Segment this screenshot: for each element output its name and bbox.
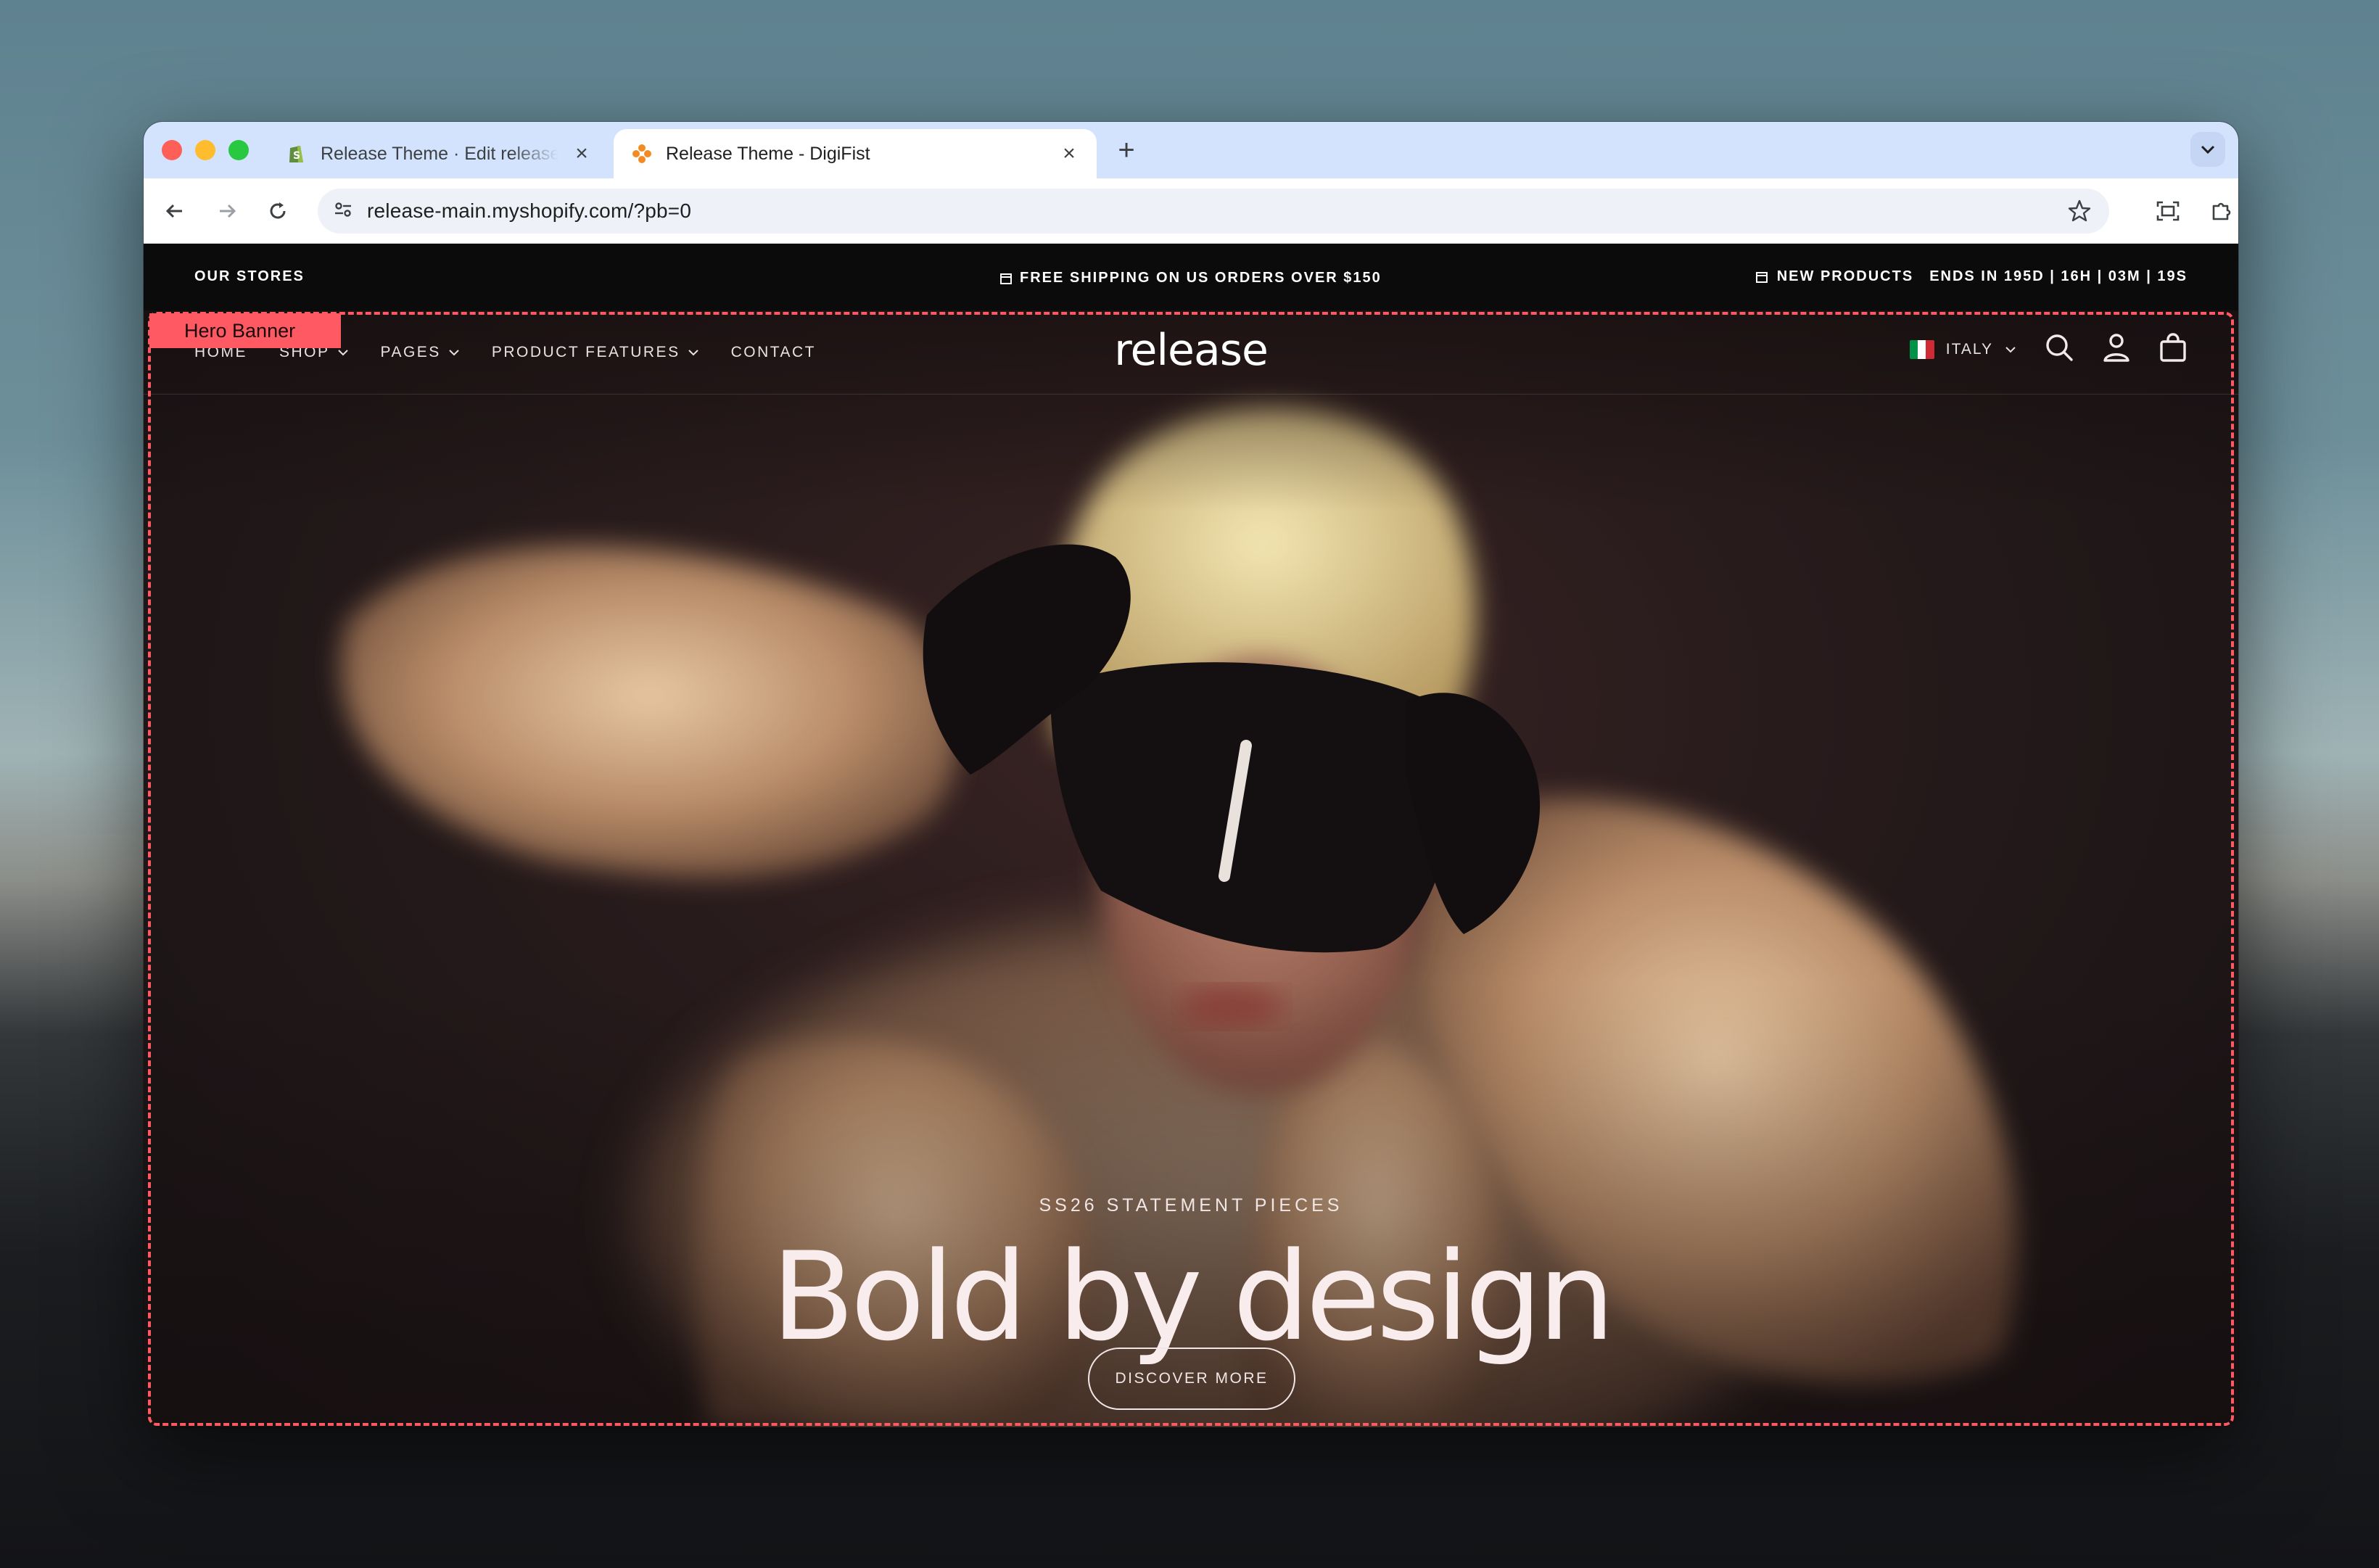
forward-button[interactable]	[210, 194, 244, 228]
country-selector[interactable]: ITALY	[1909, 339, 2016, 359]
new-products-label: NEW PRODUCTS	[1755, 268, 1913, 285]
screenshot-icon	[2156, 201, 2180, 221]
tab-strip: S Release Theme · Edit release × Release…	[144, 122, 2238, 178]
puzzle-icon	[2212, 202, 2231, 220]
cart-icon[interactable]	[2159, 332, 2188, 366]
svg-text:S: S	[293, 150, 300, 162]
arrow-left-icon	[165, 204, 182, 218]
account-icon[interactable]	[2102, 332, 2131, 366]
discover-more-button[interactable]: DISCOVER MORE	[1088, 1348, 1295, 1410]
calendar-icon	[1000, 273, 1012, 284]
reload-icon	[270, 202, 286, 219]
nav-label: PAGES	[380, 344, 441, 360]
url-text: release-main.myshopify.com/?pb=0	[367, 199, 692, 222]
announcement-bar: OUR STORES FREE SHIPPING ON US ORDERS OV…	[144, 244, 2238, 310]
back-button[interactable]	[158, 194, 191, 228]
nav-item-contact[interactable]: CONTACT	[731, 344, 816, 361]
new-products-text[interactable]: NEW PRODUCTS	[1777, 268, 1913, 285]
store-page: OUR STORES FREE SHIPPING ON US ORDERS OV…	[144, 244, 2238, 1427]
browser-toolbar: release-main.myshopify.com/?pb=0	[144, 178, 2238, 244]
hero-eyebrow: SS26 STATEMENT PIECES	[1039, 1195, 1343, 1216]
browser-window: S Release Theme · Edit release × Release…	[144, 122, 2238, 1427]
site-logo[interactable]: release	[1114, 325, 1269, 376]
hero-banner: HOME SHOP PAGES PRODUCT FEATURES CONTACT…	[144, 310, 2238, 1427]
address-bar[interactable]: release-main.myshopify.com/?pb=0	[318, 189, 2109, 234]
section-label[interactable]: Hero Banner	[149, 313, 341, 348]
countdown-timer: ENDS IN 195D | 16H | 03M | 19S	[1929, 268, 2188, 284]
chevron-down-icon	[2201, 145, 2215, 154]
arrow-right-icon	[220, 204, 236, 218]
countdown-promo: NEW PRODUCTS ENDS IN 195D | 16H | 03M | …	[1755, 268, 2188, 285]
shopify-icon: S	[286, 143, 308, 165]
tab-title: Release Theme - DigiFist	[666, 143, 870, 164]
italy-flag-icon	[1909, 339, 1934, 359]
tab-shopify-editor[interactable]: S Release Theme · Edit release ×	[268, 129, 609, 178]
site-settings-icon[interactable]	[332, 199, 354, 224]
tab-close-button[interactable]: ×	[572, 141, 592, 166]
country-label: ITALY	[1945, 340, 1993, 358]
chevron-down-icon	[449, 350, 459, 356]
calendar-icon	[1755, 271, 1768, 283]
tab-title: Release Theme · Edit release	[321, 143, 558, 164]
tab-release-theme[interactable]: Release Theme - DigiFist ×	[614, 129, 1097, 178]
close-window-button[interactable]	[162, 140, 182, 160]
site-header: HOME SHOP PAGES PRODUCT FEATURES CONTACT…	[144, 310, 2238, 395]
shipping-text: FREE SHIPPING ON US ORDERS OVER $150	[1020, 270, 1382, 286]
new-tab-button[interactable]: +	[1110, 133, 1143, 167]
nav-item-pages[interactable]: PAGES	[381, 344, 460, 361]
chevron-down-icon	[337, 350, 348, 356]
tab-search-button[interactable]	[2190, 132, 2225, 167]
hero-title: Bold by design	[771, 1226, 1615, 1368]
our-stores-link[interactable]: OUR STORES	[194, 268, 305, 285]
chevron-down-icon	[2005, 346, 2016, 352]
reload-button[interactable]	[261, 194, 294, 228]
extensions-button[interactable]	[2205, 194, 2238, 228]
nav-label: PRODUCT FEATURES	[491, 344, 680, 360]
bookmark-star-icon[interactable]	[2067, 199, 2092, 227]
nav-item-product-features[interactable]: PRODUCT FEATURES	[492, 344, 699, 361]
chevron-down-icon	[688, 350, 698, 356]
maximize-window-button[interactable]	[228, 140, 249, 160]
tab-close-button[interactable]: ×	[1059, 141, 1079, 166]
shipping-notice: FREE SHIPPING ON US ORDERS OVER $150	[999, 270, 1382, 286]
digifist-icon	[631, 143, 653, 165]
minimize-window-button[interactable]	[195, 140, 215, 160]
search-icon[interactable]	[2044, 332, 2074, 366]
header-actions: ITALY	[1909, 332, 2188, 366]
screen-capture-button[interactable]	[2151, 194, 2185, 228]
nav-label: CONTACT	[730, 344, 817, 360]
